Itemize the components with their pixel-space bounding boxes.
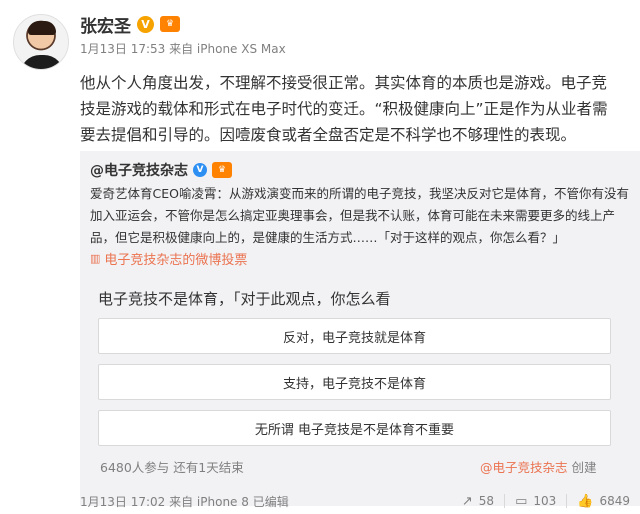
like-count: 6849 [599, 494, 630, 508]
comment-count: 103 [533, 494, 557, 508]
comment-icon: ▭ [515, 493, 528, 509]
avatar-suit [20, 55, 64, 69]
avatar-hair [28, 21, 56, 35]
vote-icon: ▥ [90, 252, 101, 265]
vote-creator: @电子竞技杂志 创建 [480, 457, 597, 476]
like-button[interactable]: 👍 6849 [566, 493, 640, 509]
original-author-name[interactable]: @电子竞技杂志 [90, 160, 188, 180]
repost-count: 58 [478, 494, 495, 508]
repost-button[interactable]: ↗ 58 [452, 493, 504, 509]
repost-icon: ↗ [461, 493, 473, 509]
repost-box: @电子竞技杂志 V ♛ 爱奇艺体育CEO喻凌霄：从游戏演变而来的所谓的电子竞技，… [80, 151, 640, 506]
vip-icon: ♛ [160, 16, 180, 32]
vote-option-1[interactable]: 反对，电子竞技就是体育 [98, 318, 611, 354]
vote-participants: 6480人参与 还有1天结束 [100, 460, 244, 475]
avatar[interactable] [13, 14, 69, 70]
vote-option-3[interactable]: 无所谓 电子竞技是不是体育不重要 [98, 410, 611, 446]
original-author-row: @电子竞技杂志 V ♛ [90, 160, 232, 180]
author-row: 张宏圣 V ♛ [80, 12, 180, 37]
vote-creator-link[interactable]: @电子竞技杂志 [480, 460, 568, 475]
action-bar: ↗ 58 ▭ 103 👍 6849 [452, 493, 640, 509]
like-icon: 👍 [577, 493, 594, 509]
vote-card: 电子竞技不是体育，「对于此观点，你怎么看 反对，电子竞技就是体育 支持，电子竞技… [90, 278, 630, 476]
repost-meta: 1月13日 17:02 来自 iPhone 8 已编辑 [80, 494, 289, 509]
original-post-text: 爱奇艺体育CEO喻凌霄：从游戏演变而来的所谓的电子竞技，我坚决反对它是体育，不管… [90, 186, 629, 245]
author-name[interactable]: 张宏圣 [80, 12, 131, 37]
post-text: 他从个人角度出发，不理解不接受很正常。其实体育的本质也是游戏。电子竞技是游戏的载… [80, 74, 608, 144]
vote-option-2[interactable]: 支持，电子竞技不是体育 [98, 364, 611, 400]
vote-created-label: 创建 [571, 460, 597, 475]
comment-button[interactable]: ▭ 103 [504, 493, 566, 509]
bottom-bar: 1月13日 17:02 来自 iPhone 8 已编辑 ↗ 58 ▭ 103 👍… [80, 488, 640, 514]
vip-icon-repost: ♛ [212, 162, 232, 178]
vote-title: 电子竞技不是体育，「对于此观点，你怎么看 [98, 290, 391, 308]
blue-verified-icon: V [193, 163, 207, 177]
vote-link[interactable]: ▥ 电子竞技杂志的微博投票 [90, 249, 247, 268]
vote-link-label: 电子竞技杂志的微博投票 [104, 253, 248, 268]
v-verified-icon: V [137, 15, 154, 33]
post-meta: 1月13日 17:53 来自 iPhone XS Max [80, 42, 286, 56]
